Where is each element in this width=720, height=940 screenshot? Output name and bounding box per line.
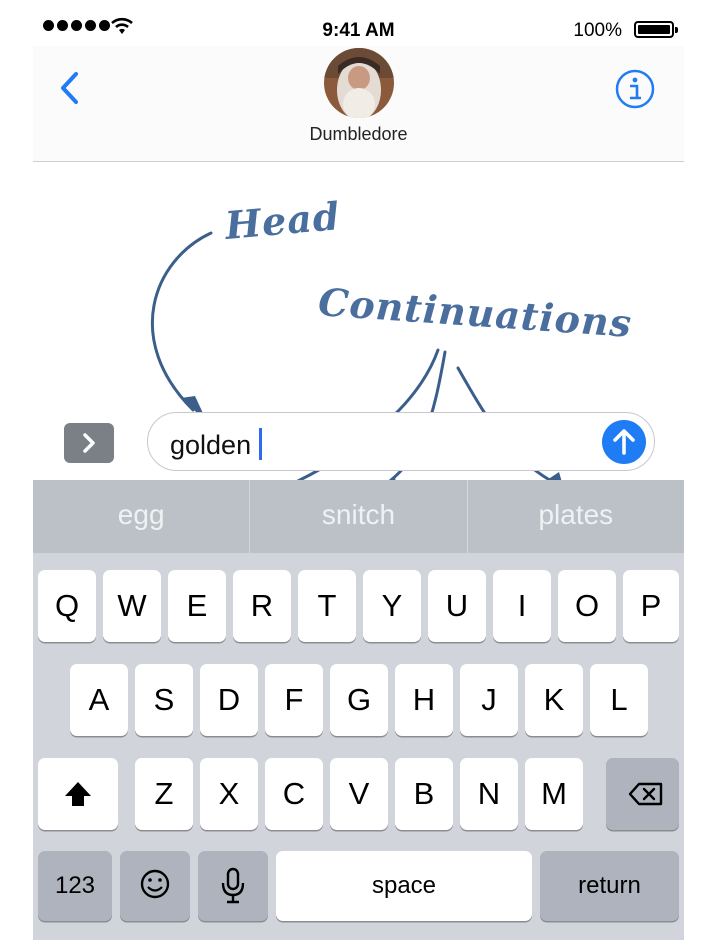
- delete-key[interactable]: [606, 758, 679, 830]
- predictive-bar: egg snitch plates: [33, 480, 684, 553]
- emoji-key[interactable]: [120, 851, 190, 921]
- key[interactable]: R: [233, 570, 291, 642]
- key[interactable]: X: [200, 758, 258, 830]
- key[interactable]: O: [558, 570, 616, 642]
- key[interactable]: G: [330, 664, 388, 736]
- chevron-left-icon[interactable]: [55, 68, 85, 108]
- numbers-key[interactable]: 123: [38, 851, 112, 921]
- annotation-continuations: Continuations: [316, 279, 634, 346]
- shift-icon: [65, 782, 91, 806]
- phone-screen: 9:41 AM 100% Dumbledore Head Continuatio…: [33, 0, 684, 940]
- key[interactable]: Q: [38, 570, 96, 642]
- chevron-right-icon: [83, 433, 95, 453]
- message-text[interactable]: golden: [170, 428, 263, 461]
- key[interactable]: Y: [363, 570, 421, 642]
- key[interactable]: C: [265, 758, 323, 830]
- key[interactable]: W: [103, 570, 161, 642]
- microphone-key[interactable]: [198, 851, 268, 921]
- battery-percent: 100%: [573, 20, 622, 41]
- key[interactable]: U: [428, 570, 486, 642]
- microphone-icon: [221, 867, 245, 904]
- key[interactable]: L: [590, 664, 648, 736]
- key[interactable]: J: [460, 664, 518, 736]
- suggestion-item[interactable]: plates: [466, 480, 684, 553]
- avatar[interactable]: [324, 48, 394, 118]
- annotation-head: Head: [223, 193, 343, 248]
- delete-icon: [628, 782, 663, 806]
- message-input[interactable]: golden: [147, 412, 655, 471]
- space-key[interactable]: space: [276, 851, 532, 921]
- emoji-icon: [140, 869, 170, 899]
- conversation-header: Dumbledore: [33, 46, 684, 162]
- key[interactable]: B: [395, 758, 453, 830]
- key[interactable]: S: [135, 664, 193, 736]
- key[interactable]: A: [70, 664, 128, 736]
- send-button[interactable]: [602, 420, 646, 464]
- key[interactable]: Z: [135, 758, 193, 830]
- key[interactable]: M: [525, 758, 583, 830]
- shift-key[interactable]: [38, 758, 118, 830]
- key[interactable]: K: [525, 664, 583, 736]
- key[interactable]: H: [395, 664, 453, 736]
- apps-button[interactable]: [64, 423, 114, 463]
- key[interactable]: V: [330, 758, 388, 830]
- key[interactable]: D: [200, 664, 258, 736]
- text-caret: [259, 428, 263, 460]
- battery-icon: [634, 21, 678, 38]
- suggestion-item[interactable]: egg: [33, 480, 249, 553]
- key[interactable]: N: [460, 758, 518, 830]
- key[interactable]: T: [298, 570, 356, 642]
- return-key[interactable]: return: [540, 851, 679, 921]
- key[interactable]: I: [493, 570, 551, 642]
- contact-name[interactable]: Dumbledore: [33, 124, 684, 145]
- key[interactable]: P: [623, 570, 679, 642]
- suggestion-item[interactable]: snitch: [249, 480, 466, 553]
- status-bar: 9:41 AM 100%: [33, 12, 684, 46]
- key[interactable]: E: [168, 570, 226, 642]
- keyboard: Q W E R T Y U I O P A S D F G H J K L Z …: [33, 553, 684, 940]
- info-circle-icon[interactable]: [614, 68, 656, 110]
- key[interactable]: F: [265, 664, 323, 736]
